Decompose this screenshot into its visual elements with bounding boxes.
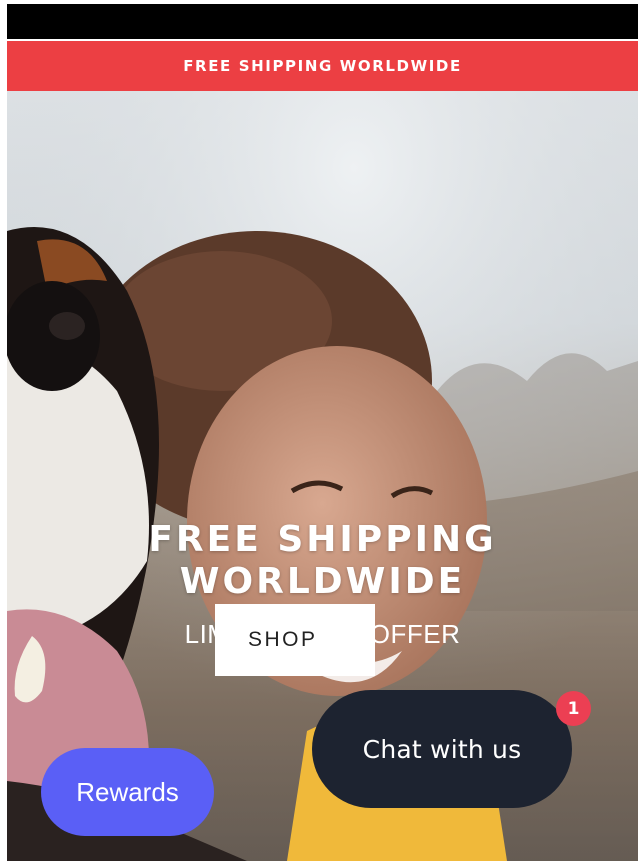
chat-with-us-button[interactable]: Chat with us bbox=[312, 690, 572, 808]
browser-top-bar bbox=[7, 4, 638, 39]
rewards-button[interactable]: Rewards bbox=[41, 748, 214, 836]
hero-title-line1: FREE SHIPPING bbox=[148, 519, 497, 560]
announcement-bar: FREE SHIPPING WORLDWIDE bbox=[7, 41, 638, 91]
chat-badge-count: 1 bbox=[567, 698, 580, 719]
hero-title-line2: WORLDWIDE bbox=[179, 561, 466, 602]
shop-now-button[interactable]: SHOP bbox=[215, 604, 375, 676]
mobile-viewport: FREE SHIPPING WORLDWIDE FREE SHIPPING WO… bbox=[7, 4, 638, 861]
chat-notification-badge: 1 bbox=[556, 691, 591, 726]
hero-title: FREE SHIPPING WORLDWIDE bbox=[7, 519, 638, 603]
chat-label: Chat with us bbox=[362, 734, 522, 764]
shop-button-label: SHOP bbox=[248, 628, 318, 651]
announcement-text: FREE SHIPPING WORLDWIDE bbox=[183, 57, 462, 75]
rewards-label: Rewards bbox=[76, 776, 179, 807]
